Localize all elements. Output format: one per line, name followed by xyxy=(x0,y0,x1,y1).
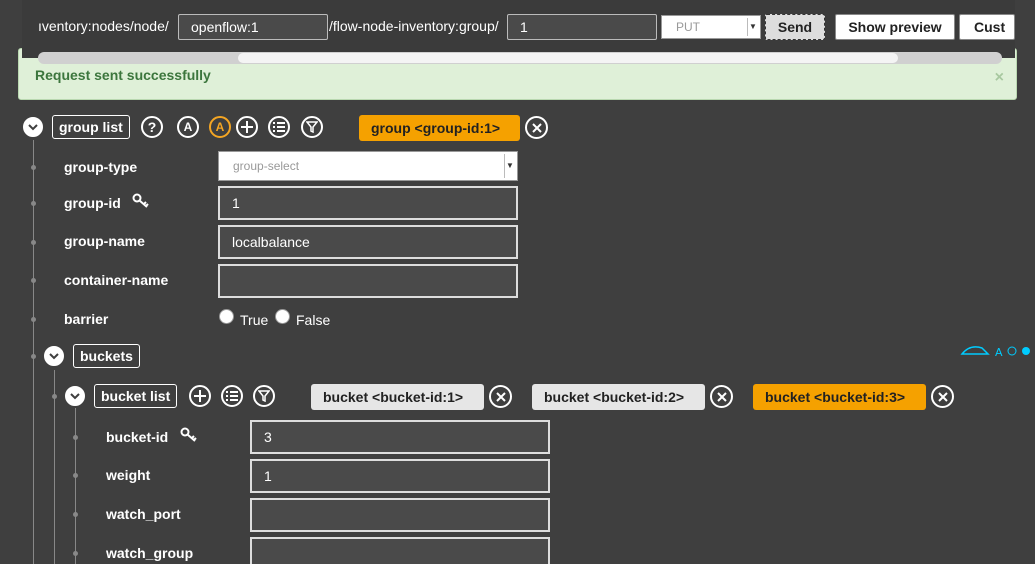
tree-node-dot xyxy=(31,317,36,322)
tree-node-dot xyxy=(31,165,36,170)
buckets-button[interactable]: buckets xyxy=(73,344,140,368)
alert-message: Request sent successfully xyxy=(35,67,211,83)
tree-node-dot xyxy=(73,473,78,478)
bucket-id-field[interactable]: 3 xyxy=(250,420,550,454)
remove-bucket-icon[interactable] xyxy=(931,385,954,408)
container-name-label: container-name xyxy=(64,272,169,288)
collapse-chevron-icon[interactable] xyxy=(65,386,85,406)
barrier-true-radio[interactable] xyxy=(219,309,234,324)
node-id-input[interactable]: openflow:1 xyxy=(178,14,328,40)
bucket-item-tab-active[interactable]: bucket <bucket-id:3> xyxy=(753,384,926,410)
tree-line xyxy=(75,408,76,564)
request-bar: ıventory:nodes/node/ openflow:1 /flow-no… xyxy=(22,0,1015,58)
add-icon[interactable] xyxy=(236,116,258,138)
url-middle: /flow-node-inventory:group/ xyxy=(329,18,499,34)
watch-port-label: watch_port xyxy=(106,506,181,522)
tree-node-dot xyxy=(31,278,36,283)
method-select[interactable]: PUT ▼ xyxy=(661,15,761,39)
group-type-select[interactable]: group-select ▼ xyxy=(218,151,518,181)
weight-field[interactable]: 1 xyxy=(250,459,550,493)
watch-group-label: watch_group xyxy=(106,545,194,561)
mini-toolbar[interactable]: A xyxy=(960,342,1035,360)
scrollbar-thumb[interactable] xyxy=(238,53,898,63)
container-name-field[interactable] xyxy=(218,264,518,298)
horizontal-scrollbar[interactable] xyxy=(38,52,1002,64)
augmentation-icon[interactable]: A xyxy=(177,116,199,138)
show-preview-button[interactable]: Show preview xyxy=(835,14,955,40)
tree-node-dot xyxy=(31,201,36,206)
group-list-button[interactable]: group list xyxy=(52,115,130,139)
watch-port-field[interactable] xyxy=(250,498,550,532)
bucket-id-label: bucket-id xyxy=(106,429,169,445)
chevron-down-icon: ▼ xyxy=(504,154,515,178)
barrier-false-radio[interactable] xyxy=(275,309,290,324)
tree-node-dot xyxy=(73,551,78,556)
tree-node-dot xyxy=(31,354,36,359)
key-icon xyxy=(180,427,198,448)
barrier-true-label: True xyxy=(240,312,269,328)
barrier-label: barrier xyxy=(64,311,109,327)
bucket-item-tab[interactable]: bucket <bucket-id:1> xyxy=(311,384,484,410)
barrier-false-label: False xyxy=(296,312,331,328)
url-prefix: ıventory:nodes/node/ xyxy=(38,18,169,34)
remove-group-icon[interactable] xyxy=(525,116,548,139)
augmentation-active-icon[interactable]: A xyxy=(209,116,231,138)
tree-line xyxy=(54,370,55,564)
watch-group-field[interactable] xyxy=(250,537,550,564)
custom-button[interactable]: Cust xyxy=(959,14,1015,40)
group-id-label: group-id xyxy=(64,195,121,211)
group-type-value: group-select xyxy=(233,159,300,173)
remove-bucket-icon[interactable] xyxy=(489,385,512,408)
filter-icon[interactable] xyxy=(253,385,275,407)
help-icon[interactable]: ? xyxy=(141,116,163,138)
svg-text:A: A xyxy=(995,346,1003,359)
group-item-tab[interactable]: group <group-id:1> xyxy=(359,115,520,141)
group-name-field[interactable]: localbalance xyxy=(218,225,518,259)
tree-node-dot xyxy=(31,240,36,245)
bucket-list-button[interactable]: bucket list xyxy=(94,384,178,408)
remove-bucket-icon[interactable] xyxy=(710,385,733,408)
method-value: PUT xyxy=(676,20,700,34)
key-icon xyxy=(132,193,150,214)
weight-label: weight xyxy=(106,467,151,483)
group-id-field[interactable]: 1 xyxy=(218,186,518,220)
list-icon[interactable] xyxy=(268,116,290,138)
close-icon[interactable]: × xyxy=(995,69,1004,87)
bucket-item-tab[interactable]: bucket <bucket-id:2> xyxy=(532,384,705,410)
list-icon[interactable] xyxy=(221,385,243,407)
group-type-label: group-type xyxy=(64,159,138,175)
tree-node-dot xyxy=(73,435,78,440)
chevron-down-icon: ▼ xyxy=(747,18,758,36)
group-name-label: group-name xyxy=(64,233,145,249)
tree-node-dot xyxy=(73,512,78,517)
filter-icon[interactable] xyxy=(301,116,323,138)
add-icon[interactable] xyxy=(189,385,211,407)
send-button[interactable]: Send xyxy=(765,14,825,40)
collapse-chevron-icon[interactable] xyxy=(23,117,43,137)
collapse-chevron-icon[interactable] xyxy=(44,346,64,366)
group-id-input[interactable]: 1 xyxy=(507,14,657,40)
tree-node-dot xyxy=(52,394,57,399)
